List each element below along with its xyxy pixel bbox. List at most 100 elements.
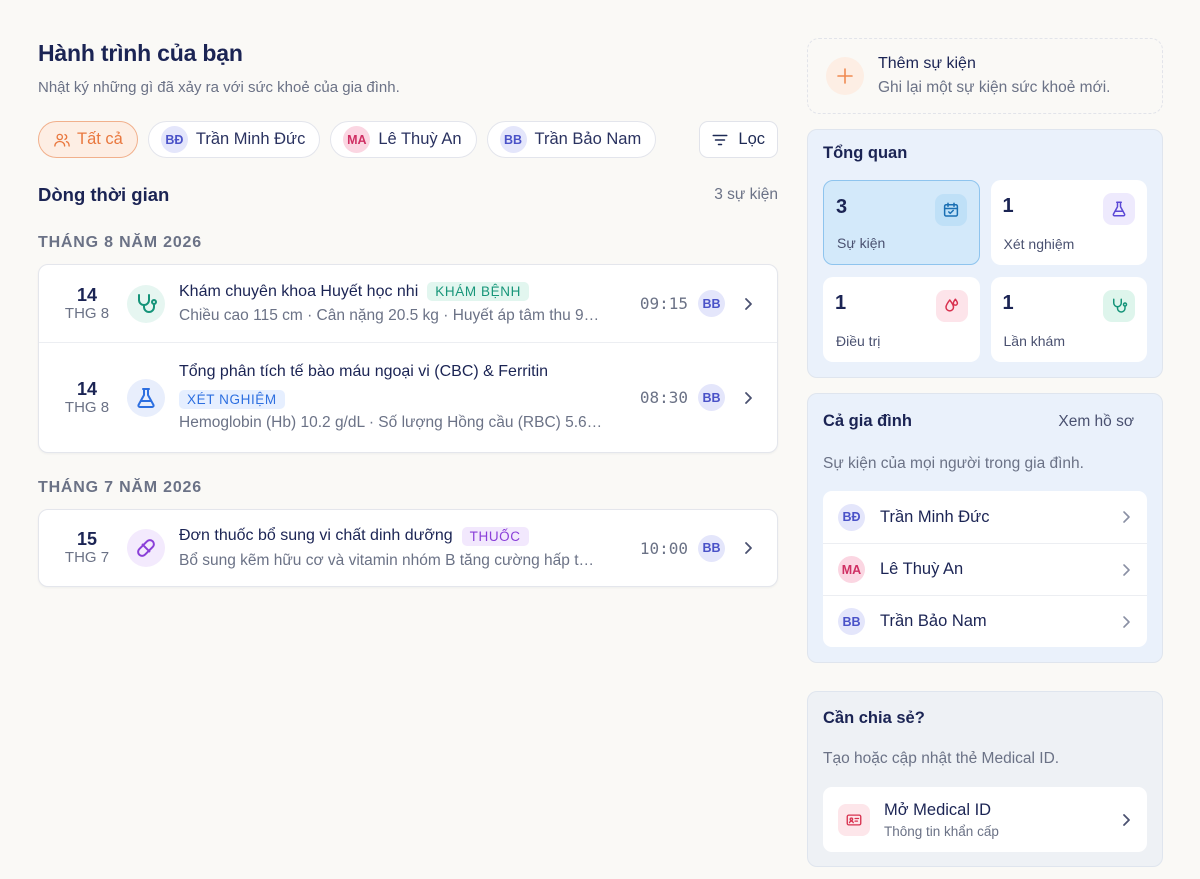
stat-label: Lần khám	[1003, 333, 1065, 349]
add-event-subtitle: Ghi lại một sự kiện sức khoẻ mới.	[878, 79, 1111, 96]
chevron-right-icon	[743, 541, 753, 555]
avatar: BB	[838, 608, 865, 635]
avatar: BĐ	[838, 503, 865, 531]
stat-label: Xét nghiệm	[1003, 236, 1075, 252]
member-filter-bar: Tất cả BĐ Trần Minh Đức MA Lê Thuỳ An BB…	[38, 121, 778, 158]
event-description: Chiều cao 115 cm · Cân nặng 20.5 kg · Hu…	[179, 307, 600, 324]
filter-chip-label: Trần Bảo Nam	[534, 130, 642, 148]
id-card-icon	[838, 803, 870, 836]
overview-title: Tổng quan	[823, 144, 908, 162]
event-row[interactable]: 14 THG 8 Khám chuyên khoa Huyết học nhi …	[39, 265, 777, 342]
event-month: THG 8	[64, 304, 110, 322]
filter-chip-label: Lê Thuỳ An	[378, 130, 462, 148]
medical-id-title: Mở Medical ID	[884, 800, 992, 819]
filter-button[interactable]: Lọc	[699, 121, 778, 158]
avatar: MA	[343, 126, 371, 153]
stethoscope-icon	[127, 284, 165, 323]
pill-icon	[127, 529, 165, 567]
family-member-name: Trần Bảo Nam	[880, 612, 987, 630]
timeline-header: Dòng thời gian 3 sự kiện	[38, 184, 778, 206]
event-list: 14 THG 8 Khám chuyên khoa Huyết học nhi …	[38, 264, 778, 453]
event-tag: KHÁM BỆNH	[427, 282, 529, 301]
avatar: BB	[698, 534, 725, 562]
filter-button-label: Lọc	[738, 130, 765, 148]
family-member-item[interactable]: MA Lê Thuỳ An	[823, 543, 1147, 595]
event-title: Tổng phân tích tế bào máu ngoại vi (CBC)…	[179, 363, 626, 381]
open-medical-id-button[interactable]: Mở Medical ID Thông tin khẩn cấp	[823, 787, 1147, 852]
event-day: 14	[76, 284, 98, 305]
page-title: Hành trình của bạn	[38, 40, 243, 66]
timeline-title: Dòng thời gian	[38, 184, 170, 205]
stat-card-events[interactable]: 3 Sự kiện	[823, 180, 980, 265]
event-description: Hemoglobin (Hb) 10.2 g/dL · Số lượng Hồn…	[179, 414, 603, 431]
event-body: Tổng phân tích tế bào máu ngoại vi (CBC)…	[179, 363, 626, 432]
filter-lines-icon	[711, 131, 729, 149]
chevron-right-icon	[1121, 813, 1131, 827]
event-tag: XÉT NGHIỆM	[179, 390, 285, 409]
avatar: BB	[698, 290, 725, 317]
event-title: Khám chuyên khoa Huyết học nhi KHÁM BỆNH	[179, 282, 626, 301]
event-time: 10:00	[639, 538, 688, 558]
share-title: Cần chia sẻ?	[823, 709, 925, 727]
stat-label: Điều trị	[836, 333, 881, 349]
event-month: THG 7	[64, 549, 110, 566]
stat-label: Sự kiện	[837, 235, 886, 251]
filter-chip-label: Tất cả	[77, 130, 123, 148]
avatar: BB	[499, 126, 527, 153]
users-icon	[53, 131, 71, 149]
add-event-button[interactable]: Thêm sự kiện Ghi lại một sự kiện sức kho…	[807, 38, 1163, 114]
event-date: 14 THG 8	[61, 379, 113, 417]
view-profile-link[interactable]: Xem hồ sơ	[1058, 413, 1134, 431]
filter-chip-label: Trần Minh Đức	[195, 130, 306, 148]
plus-icon	[826, 57, 864, 95]
event-time: 08:30	[639, 388, 688, 407]
stat-card-tests[interactable]: 1 Xét nghiệm	[990, 180, 1147, 265]
timeline-column: Hành trình của bạn Nhật ký những gì đã x…	[38, 40, 778, 587]
overview-stats: 3 Sự kiện 1 Xét nghiệm 1 Điều trị 1 Lần …	[823, 180, 1147, 362]
month-heading: THÁNG 7 NĂM 2026	[38, 479, 202, 496]
event-row[interactable]: 15 THG 7 Đơn thuốc bổ sung vi chất dinh …	[39, 510, 777, 586]
family-member-list: BĐ Trần Minh Đức MA Lê Thuỳ An BB Trần B…	[823, 491, 1147, 647]
flask-icon	[1103, 193, 1135, 225]
stat-card-visits[interactable]: 1 Lần khám	[990, 277, 1147, 362]
event-month: THG 8	[64, 398, 110, 416]
event-body: Khám chuyên khoa Huyết học nhi KHÁM BỆNH…	[179, 282, 626, 325]
avatar: BB	[698, 384, 725, 411]
medical-id-text: Mở Medical ID Thông tin khẩn cấp	[884, 801, 999, 839]
stat-card-treatments[interactable]: 1 Điều trị	[823, 277, 980, 362]
event-tag-line: XÉT NGHIỆM	[179, 390, 626, 409]
filter-chip-member[interactable]: BĐ Trần Minh Đức	[147, 121, 321, 158]
filter-chip-all[interactable]: Tất cả	[38, 121, 138, 158]
sidebar-column: Thêm sự kiện Ghi lại một sự kiện sức kho…	[807, 38, 1163, 867]
event-date: 15 THG 7	[61, 529, 113, 567]
event-day: 15	[76, 529, 98, 549]
chevron-right-icon	[1121, 563, 1131, 577]
month-heading: THÁNG 8 NĂM 2026	[38, 234, 202, 251]
family-title: Cả gia đình	[823, 412, 912, 430]
avatar: MA	[838, 556, 865, 583]
share-subtitle: Tạo hoặc cập nhật thẻ Medical ID.	[823, 750, 1060, 767]
filter-chip-member[interactable]: MA Lê Thuỳ An	[330, 121, 477, 158]
event-description: Bổ sung kẽm hữu cơ và vitamin nhóm B tăn…	[179, 551, 595, 569]
event-title: Đơn thuốc bổ sung vi chất dinh dưỡng THU…	[179, 526, 626, 546]
event-body: Đơn thuốc bổ sung vi chất dinh dưỡng THU…	[179, 526, 626, 570]
event-count: 3 sự kiện	[714, 186, 778, 203]
chevron-right-icon	[1121, 510, 1131, 524]
filter-chip-member[interactable]: BB Trần Bảo Nam	[486, 121, 657, 158]
share-panel: Cần chia sẻ? Tạo hoặc cập nhật thẻ Medic…	[807, 691, 1163, 867]
event-title-text: Đơn thuốc bổ sung vi chất dinh dưỡng	[179, 527, 453, 544]
event-row[interactable]: 14 THG 8 Tổng phân tích tế bào máu ngoại…	[39, 342, 777, 452]
family-header: Cả gia đình Xem hồ sơ	[823, 412, 1147, 431]
add-event-title: Thêm sự kiện	[878, 55, 976, 72]
event-list: 15 THG 7 Đơn thuốc bổ sung vi chất dinh …	[38, 509, 778, 587]
stethoscope-icon	[1103, 290, 1135, 322]
calendar-check-icon	[934, 194, 967, 226]
family-member-item[interactable]: BĐ Trần Minh Đức	[823, 491, 1147, 543]
family-member-item[interactable]: BB Trần Bảo Nam	[823, 595, 1147, 647]
event-title-text: Khám chuyên khoa Huyết học nhi	[179, 282, 419, 300]
medical-id-note: Thông tin khẩn cấp	[884, 823, 999, 839]
event-tag: THUỐC	[461, 526, 529, 546]
page-subtitle: Nhật ký những gì đã xảy ra với sức khoẻ …	[38, 79, 400, 96]
avatar: BĐ	[160, 126, 188, 153]
event-time: 09:15	[639, 294, 688, 313]
